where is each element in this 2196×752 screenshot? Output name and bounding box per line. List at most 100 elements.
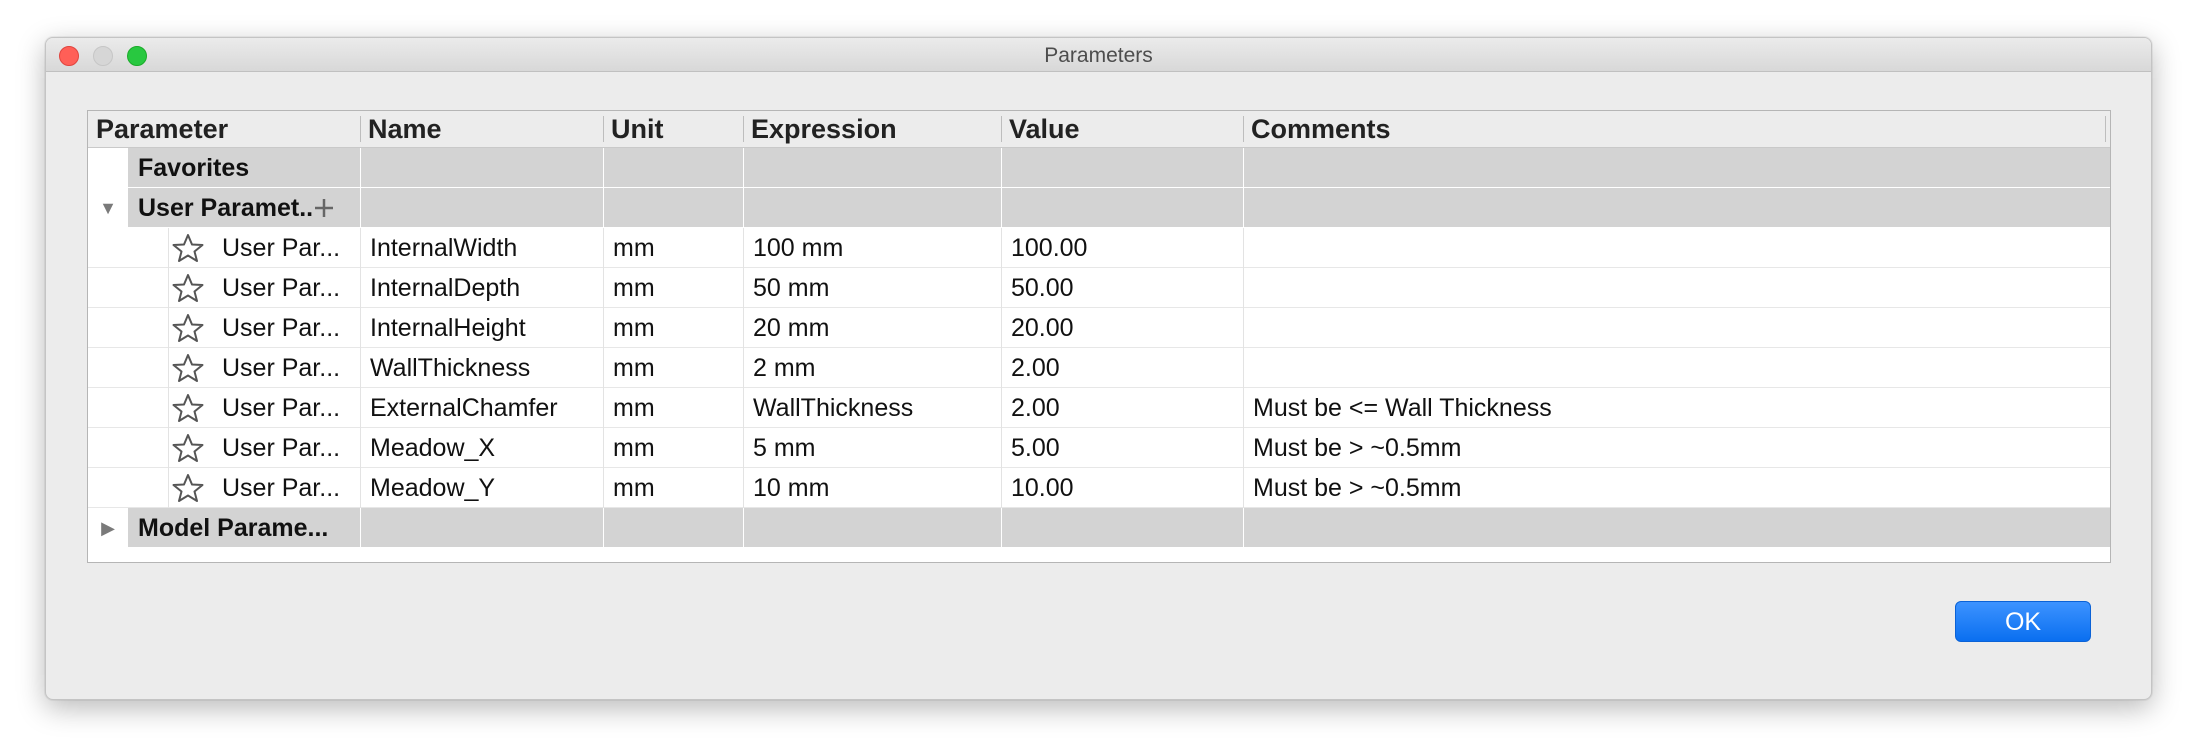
cell-unit[interactable]: mm xyxy=(613,228,739,268)
star-outline-icon[interactable] xyxy=(172,314,204,342)
cell-divider xyxy=(360,388,361,428)
triangle-down-icon[interactable]: ▼ xyxy=(96,188,120,228)
cell-parameter: User Par... xyxy=(222,434,341,462)
cell-divider xyxy=(1001,148,1002,188)
cell-name[interactable]: ExternalChamfer xyxy=(370,388,600,428)
cell-unit[interactable]: mm xyxy=(613,388,739,428)
cell-divider xyxy=(1001,188,1002,228)
cell-divider xyxy=(1243,228,1244,268)
cell-divider xyxy=(1243,428,1244,468)
cell-comment[interactable] xyxy=(1253,348,2103,388)
cell-expression[interactable]: 2 mm xyxy=(753,348,998,388)
cell-divider xyxy=(743,388,744,428)
cell-divider xyxy=(360,468,361,508)
cell-divider xyxy=(603,308,604,348)
cell-expression[interactable]: 5 mm xyxy=(753,428,998,468)
parameters-table: Parameter Name Unit Expression Value Com… xyxy=(87,110,2111,563)
cell-divider xyxy=(1001,388,1002,428)
cell-divider xyxy=(360,228,361,268)
cell-divider xyxy=(603,228,604,268)
cell-parameter: User Par... xyxy=(222,274,341,302)
cell-divider xyxy=(360,348,361,388)
cell-unit[interactable]: mm xyxy=(613,428,739,468)
cell-divider xyxy=(168,308,169,348)
cell-divider xyxy=(743,148,744,188)
table-row[interactable]: User Par... InternalWidth mm 100 mm 100.… xyxy=(88,228,2110,268)
cell-unit[interactable]: mm xyxy=(613,348,739,388)
star-outline-icon[interactable] xyxy=(172,474,204,502)
cell-divider xyxy=(1001,348,1002,388)
cell-unit[interactable]: mm xyxy=(613,268,739,308)
cell-expression[interactable]: WallThickness xyxy=(753,388,998,428)
cell-unit[interactable]: mm xyxy=(613,468,739,508)
table-row[interactable]: User Par... WallThickness mm 2 mm 2.00 xyxy=(88,348,2110,388)
group-row-user-parameters[interactable]: ▼ User Paramet.. xyxy=(88,188,2110,228)
cell-divider xyxy=(603,188,604,228)
cell-name[interactable]: Meadow_X xyxy=(370,428,600,468)
cell-divider xyxy=(1243,188,1244,228)
ok-button[interactable]: OK xyxy=(1955,601,2091,642)
star-outline-icon[interactable] xyxy=(172,434,204,462)
table-row[interactable]: User Par... Meadow_Y mm 10 mm 10.00 Must… xyxy=(88,468,2110,508)
cell-comment[interactable]: Must be <= Wall Thickness xyxy=(1253,388,2103,428)
cell-comment[interactable] xyxy=(1253,308,2103,348)
title-bar[interactable]: Parameters xyxy=(46,38,2151,72)
cell-value: 2.00 xyxy=(1011,394,1060,422)
table-row[interactable]: User Par... InternalHeight mm 20 mm 20.0… xyxy=(88,308,2110,348)
cell-divider xyxy=(1243,308,1244,348)
column-header-comments[interactable]: Comments xyxy=(1243,111,2105,147)
cell-comment[interactable] xyxy=(1253,228,2103,268)
cell-divider xyxy=(360,188,361,228)
cell-expression[interactable]: 10 mm xyxy=(753,468,998,508)
column-header-value[interactable]: Value xyxy=(1001,111,1243,147)
cell-divider xyxy=(1243,508,1244,548)
group-row-model-parameters[interactable]: ▶ Model Parame... xyxy=(88,508,2110,548)
cell-value: 10.00 xyxy=(1011,474,1074,502)
column-header-expression[interactable]: Expression xyxy=(743,111,1001,147)
cell-divider xyxy=(360,308,361,348)
cell-name[interactable]: InternalHeight xyxy=(370,308,600,348)
column-separator[interactable] xyxy=(2105,116,2106,142)
cell-divider xyxy=(360,508,361,548)
group-band xyxy=(128,188,2110,228)
cell-expression[interactable]: 20 mm xyxy=(753,308,998,348)
star-outline-icon[interactable] xyxy=(172,234,204,262)
column-header-name[interactable]: Name xyxy=(360,111,603,147)
plus-icon[interactable] xyxy=(313,197,335,219)
cell-divider xyxy=(168,468,169,508)
cell-divider xyxy=(168,228,169,268)
cell-name[interactable]: InternalWidth xyxy=(370,228,600,268)
group-label-model-parameters: Model Parame... xyxy=(138,514,329,542)
cell-divider xyxy=(168,388,169,428)
cell-name[interactable]: Meadow_Y xyxy=(370,468,600,508)
cell-unit[interactable]: mm xyxy=(613,308,739,348)
triangle-right-icon[interactable]: ▶ xyxy=(96,508,120,548)
cell-divider xyxy=(1243,268,1244,308)
star-outline-icon[interactable] xyxy=(172,394,204,422)
column-header-parameter[interactable]: Parameter xyxy=(88,111,360,147)
table-row[interactable]: User Par... InternalDepth mm 50 mm 50.00 xyxy=(88,268,2110,308)
cell-parameter: User Par... xyxy=(222,474,341,502)
column-header-unit[interactable]: Unit xyxy=(603,111,743,147)
cell-divider xyxy=(743,308,744,348)
cell-divider xyxy=(168,428,169,468)
cell-name[interactable]: InternalDepth xyxy=(370,268,600,308)
star-outline-icon[interactable] xyxy=(172,274,204,302)
cell-expression[interactable]: 100 mm xyxy=(753,228,998,268)
table-row[interactable]: User Par... ExternalChamfer mm WallThick… xyxy=(88,388,2110,428)
group-label-favorites: Favorites xyxy=(138,154,250,182)
cell-comment[interactable]: Must be > ~0.5mm xyxy=(1253,428,2103,468)
cell-comment[interactable]: Must be > ~0.5mm xyxy=(1253,468,2103,508)
star-outline-icon[interactable] xyxy=(172,354,204,382)
cell-expression[interactable]: 50 mm xyxy=(753,268,998,308)
group-band xyxy=(128,508,2110,548)
cell-divider xyxy=(360,268,361,308)
cell-divider xyxy=(1243,388,1244,428)
table-row[interactable]: User Par... Meadow_X mm 5 mm 5.00 Must b… xyxy=(88,428,2110,468)
cell-name[interactable]: WallThickness xyxy=(370,348,600,388)
cell-comment[interactable] xyxy=(1253,268,2103,308)
cell-divider xyxy=(603,148,604,188)
cell-parameter: User Par... xyxy=(222,234,341,262)
group-row-favorites[interactable]: Favorites xyxy=(88,148,2110,188)
table-header: Parameter Name Unit Expression Value Com… xyxy=(88,111,2110,148)
